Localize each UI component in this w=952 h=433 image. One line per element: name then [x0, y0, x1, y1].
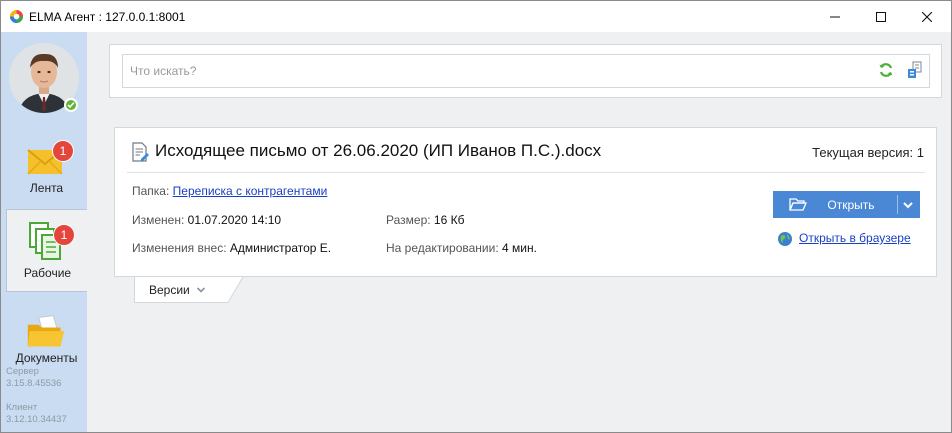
sidebar-item-working[interactable]: 1 Рабочие — [6, 209, 87, 292]
current-version: Текущая версия: 1 — [812, 145, 924, 160]
versions-tab-label: Версии — [149, 283, 190, 297]
close-button[interactable] — [904, 1, 950, 32]
open-button-label: Открыть — [827, 197, 875, 212]
online-status-badge — [64, 98, 78, 112]
card-divider — [127, 172, 925, 173]
client-version: Клиент 3.12.10.34437 — [6, 402, 67, 425]
sidebar-item-label: Лента — [29, 181, 64, 195]
search-panel — [109, 44, 942, 98]
minimize-button[interactable] — [812, 1, 858, 32]
sidebar: 1 Лента 1 Рабочие Документы Сервер 3.15.… — [1, 32, 87, 432]
maximize-icon — [876, 11, 886, 22]
open-in-browser-link[interactable]: Открыть в браузере — [799, 231, 911, 245]
elma-logo-icon — [9, 9, 24, 24]
refresh-icon[interactable] — [878, 62, 894, 78]
folder-link[interactable]: Переписка с контрагентами — [173, 184, 328, 198]
open-in-browser: Открыть в браузере — [777, 231, 911, 246]
main-content: Исходящее письмо от 26.06.2020 (ИП Ивано… — [87, 32, 951, 432]
search-settings-icon[interactable] — [907, 61, 923, 79]
feed-count-badge: 1 — [52, 140, 74, 162]
check-icon — [67, 101, 75, 109]
documents-folder-icon — [27, 315, 65, 347]
server-version: Сервер 3.15.8.45536 — [6, 366, 62, 389]
globe-icon — [778, 232, 792, 246]
chevron-down-icon[interactable] — [902, 199, 914, 211]
size-field: Размер: 16 Кб — [386, 213, 465, 227]
folder-field: Папка: Переписка с контрагентами — [132, 184, 328, 198]
window-title: ELMA Агент : 127.0.0.1:8001 — [29, 10, 186, 24]
document-title: Исходящее письмо от 26.06.2020 (ИП Ивано… — [155, 141, 602, 160]
document-edit-icon — [132, 142, 149, 162]
chevron-down-icon — [196, 287, 206, 293]
modified-field: Изменен: 01.07.2020 14:10 — [132, 213, 282, 227]
versions-tab[interactable]: Версии — [134, 277, 244, 303]
user-avatar[interactable] — [9, 43, 79, 113]
maximize-button[interactable] — [858, 1, 904, 32]
app-window: ELMA Агент : 127.0.0.1:8001 1 Лента 1 Ра… — [0, 0, 952, 433]
sidebar-item-feed[interactable]: 1 Лента — [6, 131, 87, 215]
search-input[interactable] — [122, 54, 930, 88]
document-card: Исходящее письмо от 26.06.2020 (ИП Ивано… — [114, 127, 937, 277]
close-icon — [922, 11, 932, 22]
editing-field: На редактировании: 4 мин. — [386, 241, 537, 255]
minimize-icon — [830, 16, 840, 17]
sidebar-item-label: Документы — [15, 351, 78, 365]
sidebar-item-label: Рабочие — [23, 266, 72, 280]
title-bar: ELMA Агент : 127.0.0.1:8001 — [1, 1, 951, 32]
changed-by-field: Изменения внес: Администратор Е. — [132, 241, 332, 255]
open-button[interactable]: Открыть — [773, 191, 920, 218]
button-separator — [897, 195, 898, 214]
open-folder-icon — [789, 198, 807, 211]
working-count-badge: 1 — [53, 224, 75, 246]
